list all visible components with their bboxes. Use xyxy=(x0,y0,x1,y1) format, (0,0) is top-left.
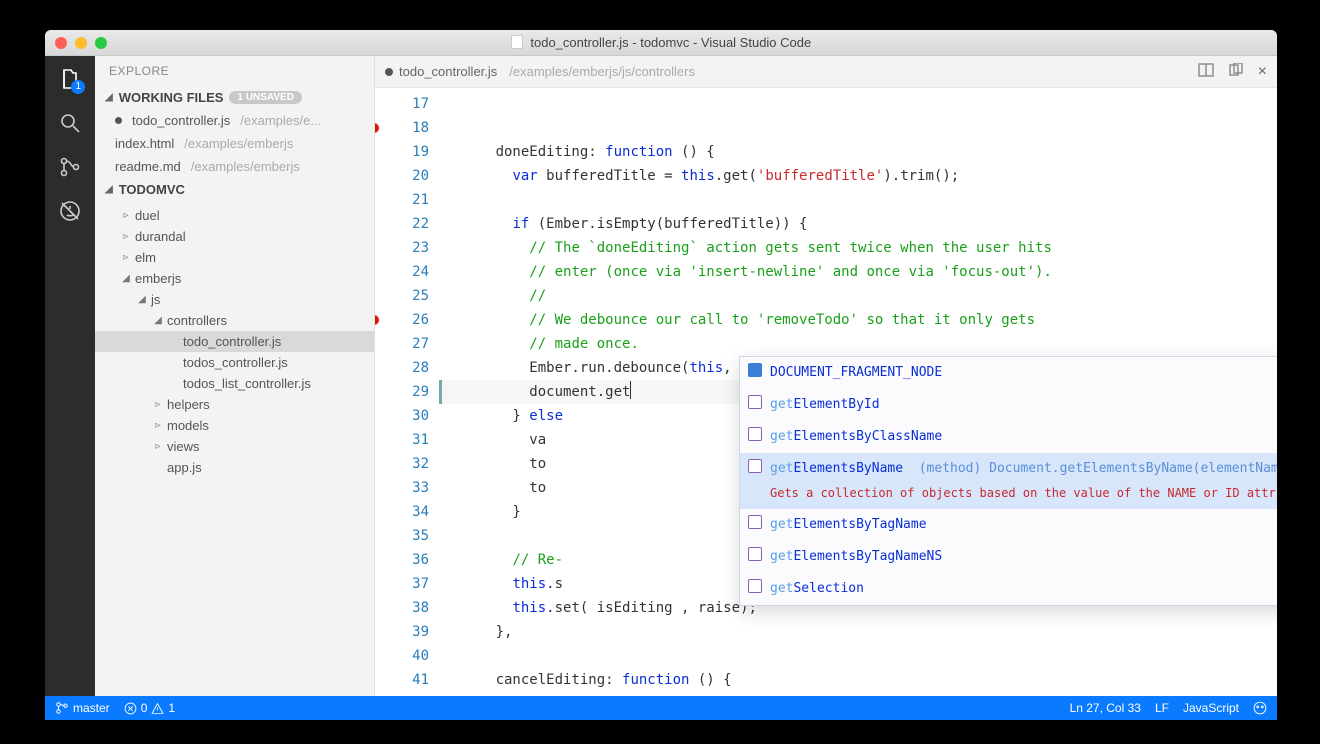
intellisense-item[interactable]: getSelection xyxy=(740,573,1277,605)
explorer-badge: 1 xyxy=(71,80,85,94)
sidebar-title: EXPLORE xyxy=(95,56,374,86)
working-files-list: todo_controller.js/examples/e...index.ht… xyxy=(95,109,374,178)
working-files-label: WORKING FILES xyxy=(119,90,224,105)
intellisense-popup[interactable]: DOCUMENT_FRAGMENT_NODEgetElementByIdgetE… xyxy=(739,356,1277,606)
dirty-dot-icon xyxy=(385,68,393,76)
intellisense-item[interactable]: getElementsByTagName xyxy=(740,509,1277,541)
tree-item[interactable]: ▹duel xyxy=(95,205,374,226)
tree-item[interactable]: ▹helpers xyxy=(95,394,374,415)
tree-item[interactable]: todo_controller.js xyxy=(95,331,374,352)
code-editor[interactable]: 1718192021222324252627282930313233343536… xyxy=(375,88,1277,696)
intellisense-item[interactable]: getElementsByTagNameNS xyxy=(740,541,1277,573)
unsaved-badge: 1 UNSAVED xyxy=(229,91,302,104)
warning-count: 1 xyxy=(168,701,175,715)
working-file[interactable]: readme.md/examples/emberjs xyxy=(95,155,374,178)
file-tree: ▹duel▹durandal▹elm◢emberjs◢js◢controller… xyxy=(95,201,374,482)
intellisense-item[interactable]: DOCUMENT_FRAGMENT_NODE xyxy=(740,357,1277,389)
tab-bar: todo_controller.js /examples/emberjs/js/… xyxy=(375,56,1277,88)
sidebar: EXPLORE ◢ WORKING FILES 1 UNSAVED todo_c… xyxy=(95,56,375,696)
chevron-down-icon: ◢ xyxy=(105,92,113,103)
working-file[interactable]: index.html/examples/emberjs xyxy=(95,132,374,155)
intellisense-item[interactable]: getElementsByClassName xyxy=(740,421,1277,453)
tree-item[interactable]: app.js xyxy=(95,457,374,478)
explorer-icon[interactable]: 1 xyxy=(57,66,83,92)
working-file[interactable]: todo_controller.js/examples/e... xyxy=(95,109,374,132)
tab-path: /examples/emberjs/js/controllers xyxy=(509,64,695,79)
close-tab-icon[interactable]: × xyxy=(1258,63,1267,81)
cursor-position[interactable]: Ln 27, Col 33 xyxy=(1070,701,1141,715)
tree-item[interactable]: ◢emberjs xyxy=(95,268,374,289)
error-count: 0 xyxy=(141,701,148,715)
tree-item[interactable]: ▹durandal xyxy=(95,226,374,247)
file-icon xyxy=(511,35,523,49)
project-header[interactable]: ◢ TODOMVC xyxy=(95,178,374,201)
intellisense-item[interactable]: getElementsByName (method) Document.getE… xyxy=(740,453,1277,509)
chevron-down-icon: ◢ xyxy=(105,184,113,195)
branch-name: master xyxy=(73,701,110,715)
line-number-gutter[interactable]: 1718192021222324252627282930313233343536… xyxy=(375,88,439,696)
code-content[interactable]: doneEditing: function () { var bufferedT… xyxy=(439,88,1277,696)
eol[interactable]: LF xyxy=(1155,701,1169,715)
problems[interactable]: 0 1 xyxy=(124,701,175,715)
working-files-header[interactable]: ◢ WORKING FILES 1 UNSAVED xyxy=(95,86,374,109)
tree-item[interactable]: ◢js xyxy=(95,289,374,310)
vscode-window: todo_controller.js - todomvc - Visual St… xyxy=(45,30,1277,720)
intellisense-item[interactable]: getElementById xyxy=(740,389,1277,421)
search-icon[interactable] xyxy=(57,110,83,136)
feedback-icon[interactable] xyxy=(1253,701,1267,715)
source-control-icon[interactable] xyxy=(57,154,83,180)
tab-filename: todo_controller.js xyxy=(399,64,497,79)
window-title-text: todo_controller.js - todomvc - Visual St… xyxy=(530,35,811,50)
tree-item[interactable]: ◢controllers xyxy=(95,310,374,331)
git-branch[interactable]: master xyxy=(55,701,110,715)
window-title: todo_controller.js - todomvc - Visual St… xyxy=(45,35,1277,50)
titlebar: todo_controller.js - todomvc - Visual St… xyxy=(45,30,1277,56)
split-editor-icon[interactable] xyxy=(1198,63,1214,81)
project-label: TODOMVC xyxy=(119,182,185,197)
language-mode[interactable]: JavaScript xyxy=(1183,701,1239,715)
tree-item[interactable]: ▹views xyxy=(95,436,374,457)
tree-item[interactable]: todos_controller.js xyxy=(95,352,374,373)
tree-item[interactable]: ▹models xyxy=(95,415,374,436)
editor-tab[interactable]: todo_controller.js /examples/emberjs/js/… xyxy=(385,64,695,79)
status-bar: master 0 1 Ln 27, Col 33 LF JavaScript xyxy=(45,696,1277,720)
tree-item[interactable]: ▹elm xyxy=(95,247,374,268)
editor-area: todo_controller.js /examples/emberjs/js/… xyxy=(375,56,1277,696)
tab-actions: × xyxy=(1198,63,1267,81)
debug-icon[interactable] xyxy=(57,198,83,224)
activity-bar: 1 xyxy=(45,56,95,696)
tree-item[interactable]: todos_list_controller.js xyxy=(95,373,374,394)
open-changes-icon[interactable] xyxy=(1228,63,1244,81)
